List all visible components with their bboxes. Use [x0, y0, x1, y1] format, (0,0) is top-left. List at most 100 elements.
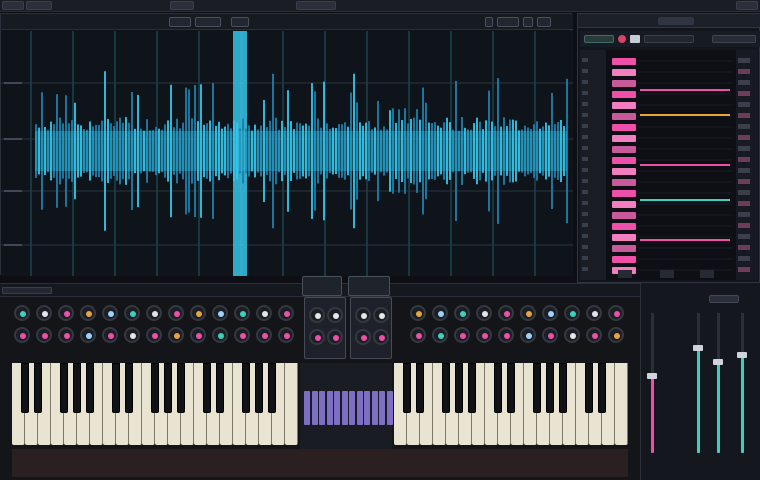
fader-handle[interactable]: [693, 345, 703, 351]
pad-section[interactable]: [300, 363, 393, 449]
pattern-select[interactable]: [584, 35, 614, 43]
black-key[interactable]: [73, 363, 81, 413]
control-knob[interactable]: [234, 327, 250, 343]
black-key[interactable]: [546, 363, 554, 413]
control-knob[interactable]: [14, 327, 30, 343]
folder-icon[interactable]: [630, 35, 640, 43]
white-key[interactable]: [615, 363, 628, 445]
black-key[interactable]: [494, 363, 502, 413]
module-knob[interactable]: [355, 307, 371, 323]
black-key[interactable]: [112, 363, 120, 413]
black-key[interactable]: [403, 363, 411, 413]
effect-module[interactable]: [304, 297, 346, 359]
control-knob[interactable]: [454, 305, 470, 321]
black-key[interactable]: [164, 363, 172, 413]
settings-icon[interactable]: [712, 35, 756, 43]
black-key[interactable]: [86, 363, 94, 413]
control-knob[interactable]: [124, 305, 140, 321]
fader-handle[interactable]: [647, 373, 657, 379]
control-knob[interactable]: [608, 305, 624, 321]
control-knob[interactable]: [542, 305, 558, 321]
pattern-name-field[interactable]: [644, 35, 694, 43]
control-knob[interactable]: [586, 305, 602, 321]
control-knob[interactable]: [36, 327, 52, 343]
file-button[interactable]: [26, 1, 52, 10]
control-knob[interactable]: [36, 305, 52, 321]
control-knob[interactable]: [212, 327, 228, 343]
black-key[interactable]: [177, 363, 185, 413]
pad-key[interactable]: [386, 391, 393, 425]
module-a-header[interactable]: [302, 276, 342, 296]
black-key[interactable]: [507, 363, 515, 413]
control-knob[interactable]: [14, 305, 30, 321]
record-icon[interactable]: [618, 35, 626, 43]
transport-button[interactable]: [170, 1, 194, 10]
white-key[interactable]: [285, 363, 298, 445]
sequencer-title-tab[interactable]: [658, 17, 694, 25]
pad-key[interactable]: [364, 391, 370, 425]
pad-key[interactable]: [371, 391, 378, 425]
black-key[interactable]: [242, 363, 250, 413]
control-knob[interactable]: [564, 327, 580, 343]
control-knob[interactable]: [256, 305, 272, 321]
module-knob[interactable]: [373, 307, 389, 323]
module-knob[interactable]: [355, 329, 371, 345]
menu-button[interactable]: [2, 1, 24, 10]
close-icon[interactable]: [231, 17, 249, 27]
black-key[interactable]: [455, 363, 463, 413]
control-knob[interactable]: [256, 327, 272, 343]
tempo-display[interactable]: [296, 1, 336, 10]
black-key[interactable]: [216, 363, 224, 413]
control-knob[interactable]: [234, 305, 250, 321]
control-knob[interactable]: [80, 327, 96, 343]
control-knob[interactable]: [476, 305, 492, 321]
step-sequencer-grid[interactable]: [580, 50, 758, 280]
track-select-button[interactable]: [169, 17, 191, 27]
black-key[interactable]: [559, 363, 567, 413]
preset-selector[interactable]: [2, 287, 52, 294]
black-key[interactable]: [34, 363, 42, 413]
control-knob[interactable]: [520, 327, 536, 343]
control-knob[interactable]: [410, 327, 426, 343]
pad-key[interactable]: [311, 391, 318, 425]
control-knob[interactable]: [278, 305, 294, 321]
control-knob[interactable]: [520, 305, 536, 321]
black-key[interactable]: [598, 363, 606, 413]
control-knob[interactable]: [124, 327, 140, 343]
control-knob[interactable]: [80, 305, 96, 321]
snap-icon[interactable]: [523, 17, 533, 27]
black-key[interactable]: [442, 363, 450, 413]
control-knob[interactable]: [498, 327, 514, 343]
waveform-display[interactable]: [1, 31, 578, 276]
control-knob[interactable]: [102, 305, 118, 321]
control-knob[interactable]: [410, 305, 426, 321]
black-key[interactable]: [21, 363, 29, 413]
black-key[interactable]: [416, 363, 424, 413]
module-knob[interactable]: [373, 329, 389, 345]
black-key[interactable]: [203, 363, 211, 413]
black-key[interactable]: [125, 363, 133, 413]
pad-key[interactable]: [341, 391, 348, 425]
view-button[interactable]: [195, 17, 221, 27]
control-knob[interactable]: [58, 327, 74, 343]
control-knob[interactable]: [146, 327, 162, 343]
zoom-icon[interactable]: [485, 17, 493, 27]
control-knob[interactable]: [432, 305, 448, 321]
control-knob[interactable]: [608, 327, 624, 343]
zoom-level-control[interactable]: [497, 17, 519, 27]
black-key[interactable]: [468, 363, 476, 413]
black-key[interactable]: [151, 363, 159, 413]
control-knob[interactable]: [212, 305, 228, 321]
control-knob[interactable]: [278, 327, 294, 343]
control-knob[interactable]: [432, 327, 448, 343]
control-knob[interactable]: [168, 305, 184, 321]
control-knob[interactable]: [146, 305, 162, 321]
pad-key[interactable]: [319, 391, 325, 425]
control-knob[interactable]: [454, 327, 470, 343]
black-key[interactable]: [268, 363, 276, 413]
pad-key[interactable]: [304, 391, 310, 425]
black-key[interactable]: [585, 363, 593, 413]
waveform-svg[interactable]: [1, 31, 578, 276]
control-knob[interactable]: [58, 305, 74, 321]
sequencer-svg[interactable]: [580, 50, 758, 280]
